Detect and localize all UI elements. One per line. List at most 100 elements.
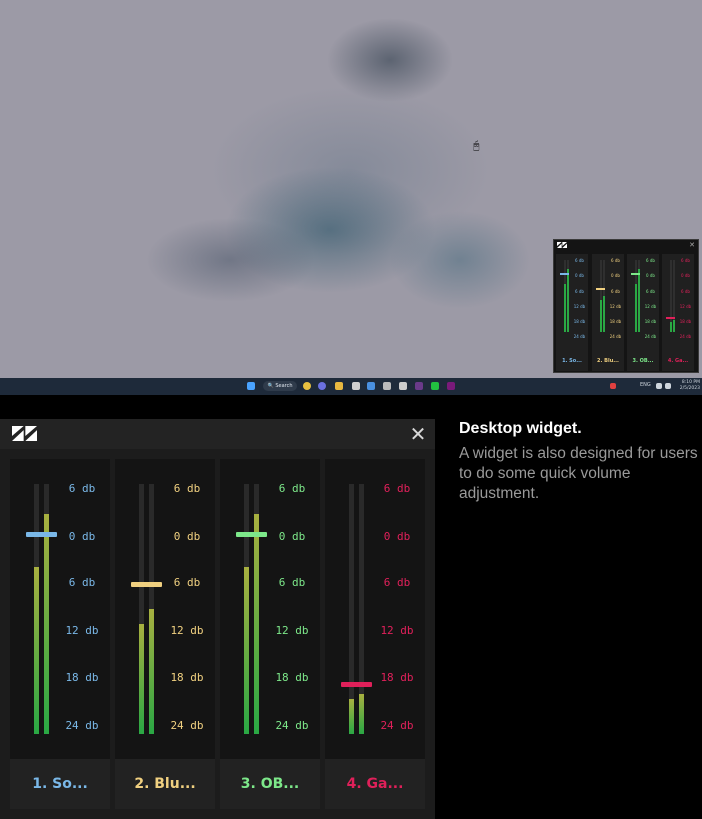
db-tick-label: 12 db — [275, 624, 309, 637]
speaker-icon[interactable] — [665, 383, 671, 389]
db-tick-label: 24 db — [275, 719, 309, 732]
level-meter-fill — [349, 699, 354, 734]
channel-name-box[interactable]: 2. Blu... — [115, 759, 215, 809]
mini-db-tick: 6 db — [681, 289, 690, 294]
app-icon[interactable] — [383, 382, 391, 390]
phone-icon[interactable] — [431, 382, 439, 390]
language-indicator[interactable]: ENG — [640, 382, 651, 388]
level-meter-fill — [44, 514, 49, 734]
db-tick-label: 24 db — [380, 719, 414, 732]
mini-channel-name[interactable]: 4. Ga... — [662, 358, 694, 364]
mouse-cursor-icon: 🖰 — [473, 139, 480, 152]
chrome-icon[interactable] — [303, 382, 311, 390]
mini-db-tick: 6 db — [646, 258, 655, 263]
db-tick-label: 6 db — [68, 482, 96, 495]
mini-meter-track — [567, 260, 569, 332]
mini-meter-fill — [638, 268, 640, 332]
db-tick-label: 0 db — [173, 530, 201, 543]
start-icon[interactable] — [247, 382, 255, 390]
level-meter-fill — [359, 694, 364, 734]
app-icon[interactable] — [367, 382, 375, 390]
mini-meter-track — [564, 260, 566, 332]
mini-meter-fill — [635, 283, 637, 332]
db-tick-label: 18 db — [275, 671, 309, 684]
db-tick-label: 24 db — [65, 719, 99, 732]
channel-name-box[interactable]: 3. OB... — [220, 759, 320, 809]
mini-meter-track — [638, 260, 640, 332]
app-logo-icon — [12, 426, 37, 441]
volume-slider-thumb[interactable] — [341, 682, 372, 687]
level-meter-track — [44, 484, 49, 734]
mini-close-icon[interactable]: ✕ — [689, 241, 695, 249]
db-tick-label: 6 db — [68, 576, 96, 589]
adobe-xd-icon[interactable] — [447, 382, 455, 390]
db-tick-label: 6 db — [173, 482, 201, 495]
mini-db-tick: 24 db — [573, 334, 586, 339]
level-meter-track — [139, 484, 144, 734]
mini-db-tick: 12 db — [573, 304, 586, 309]
level-meter-track — [34, 484, 39, 734]
db-tick-label: 12 db — [380, 624, 414, 637]
caption-title: Desktop widget. — [459, 420, 582, 437]
mini-meter-fill — [600, 300, 602, 332]
mini-db-tick: 18 db — [644, 319, 657, 324]
close-icon[interactable]: ✕ — [408, 424, 428, 444]
mini-meter-track — [600, 260, 602, 332]
channel-name: 4. Ga... — [346, 776, 404, 792]
db-tick-label: 12 db — [170, 624, 204, 637]
db-tick-label: 6 db — [173, 576, 201, 589]
mini-channel-card: 6 db 0 db 6 db 12 db 18 db 24 db 4. Ga... — [662, 254, 694, 371]
wifi-icon[interactable] — [656, 383, 662, 389]
mini-db-tick: 12 db — [609, 304, 622, 309]
volume-slider-thumb[interactable] — [131, 582, 162, 587]
app-icon[interactable] — [415, 382, 423, 390]
db-tick-label: 12 db — [65, 624, 99, 637]
level-meter-fill — [244, 566, 249, 734]
db-tick-label: 6 db — [383, 482, 411, 495]
db-tick-label: 24 db — [170, 719, 204, 732]
mini-channel-name[interactable]: 3. OB... — [627, 358, 659, 364]
mini-db-tick: 6 db — [611, 258, 620, 263]
mini-meter-track — [673, 260, 675, 332]
mini-db-tick: 18 db — [573, 319, 586, 324]
channel-name-box[interactable]: 4. Ga... — [325, 759, 425, 809]
discord-icon[interactable] — [318, 382, 326, 390]
mini-volume-thumb[interactable] — [631, 273, 640, 276]
db-tick-label: 18 db — [380, 671, 414, 684]
channel-name-box[interactable]: 1. So... — [10, 759, 110, 809]
db-tick-label: 6 db — [278, 482, 306, 495]
db-tick-label: 0 db — [68, 530, 96, 543]
mini-meter-fill — [670, 321, 672, 332]
app-icon[interactable] — [352, 382, 360, 390]
mini-volume-widget[interactable]: ✕ 6 db 0 db 6 db 12 db 18 db 24 db 1. So... 6 d… — [553, 239, 699, 373]
channel-card: 6 db 0 db 6 db 12 db 18 db 24 db 3. OB... — [220, 459, 320, 809]
app-logo-icon — [557, 242, 567, 248]
app-icon[interactable] — [399, 382, 407, 390]
mini-db-tick: 6 db — [611, 289, 620, 294]
mini-channel-name[interactable]: 2. Blu... — [592, 358, 624, 364]
tray-icon[interactable] — [610, 383, 616, 389]
mini-db-tick: 6 db — [681, 258, 690, 263]
mini-volume-thumb[interactable] — [560, 273, 569, 276]
mini-db-tick: 24 db — [644, 334, 657, 339]
channel-card: 6 db 0 db 6 db 12 db 18 db 24 db 4. Ga... — [325, 459, 425, 809]
taskbar-search[interactable]: 🔍 Search — [263, 381, 297, 391]
mini-channel-name[interactable]: 1. So... — [556, 358, 588, 364]
channel-card: 6 db 0 db 6 db 12 db 18 db 24 db 2. Blu... — [115, 459, 215, 809]
mini-db-tick: 0 db — [575, 273, 584, 278]
mini-volume-thumb[interactable] — [596, 287, 605, 290]
level-meter-track — [244, 484, 249, 734]
mini-db-tick: 18 db — [609, 319, 622, 324]
mini-db-tick: 24 db — [609, 334, 622, 339]
level-meter-track — [349, 484, 354, 734]
mini-channel-card: 6 db 0 db 6 db 12 db 18 db 24 db 3. OB... — [627, 254, 659, 371]
mini-channel-card: 6 db 0 db 6 db 12 db 18 db 24 db 1. So... — [556, 254, 588, 371]
file-explorer-icon[interactable] — [335, 382, 343, 390]
mini-volume-thumb[interactable] — [666, 316, 675, 319]
level-meter-track — [254, 484, 259, 734]
volume-slider-thumb[interactable] — [236, 532, 267, 537]
taskbar-clock[interactable]: 8:10 PM 2/5/2023 — [676, 380, 700, 392]
mini-meter-fill — [567, 268, 569, 332]
volume-slider-thumb[interactable] — [26, 532, 57, 537]
db-tick-label: 6 db — [383, 576, 411, 589]
